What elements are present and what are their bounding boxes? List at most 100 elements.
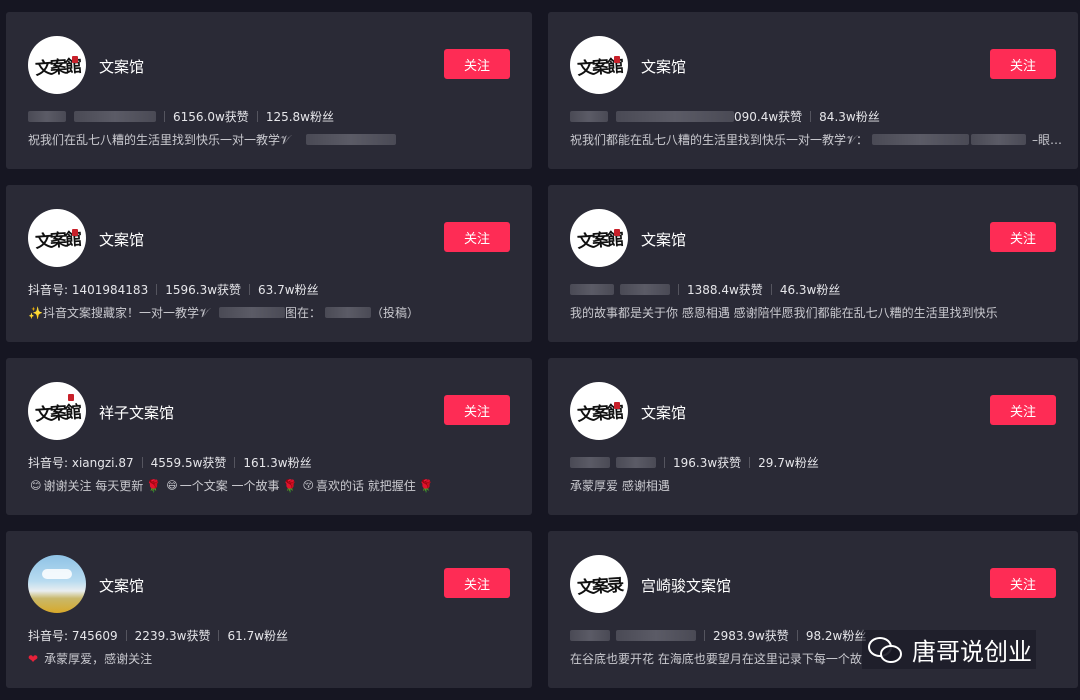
account-stats: 196.3w获赞 29.7w粉丝 (570, 454, 819, 471)
fans-count: 63.7w粉丝 (258, 283, 319, 297)
blurred-text (324, 307, 371, 318)
likes-count: 090.4w获赞 (734, 110, 803, 124)
account-card[interactable]: 文案館 文案馆 关注 抖音号: 1401984183 1596.3w获赞 63.… (6, 185, 532, 342)
bio-text: 祝我们都能在乱七八糟的生活里找到快乐一对一教学𝒱： (570, 133, 868, 147)
fans-count: 61.7w粉丝 (227, 629, 289, 643)
account-bio: ✨抖音文案搜藏家！一对一教学𝒱 图在： （投稿） (28, 304, 516, 321)
follow-button[interactable]: 关注 (990, 222, 1056, 252)
avatar-calligraphy: 文案录 (576, 574, 623, 599)
blurred-text (616, 111, 734, 122)
bio-text: 谢谢关注 每天更新 (43, 479, 144, 493)
seal-icon (72, 229, 78, 236)
kiss-emoji-icon: 😚 (302, 479, 314, 492)
blurred-text (570, 111, 608, 122)
bio-text: 承蒙厚爱 感谢相遇 (570, 479, 670, 493)
fans-count: 98.2w粉丝 (805, 629, 867, 643)
fans-count: 125.8w粉丝 (265, 110, 334, 124)
fans-count: 161.3w粉丝 (243, 456, 312, 470)
avatar[interactable]: 文案館 (28, 209, 86, 267)
account-id: 抖音号: 745609 (28, 629, 118, 643)
divider (678, 284, 679, 295)
account-card[interactable]: 文案館 文案馆 关注 6156.0w获赞 125.8w粉丝 祝我们在乱七八糟的生… (6, 12, 532, 169)
account-stats: 6156.0w获赞 125.8w粉丝 (28, 108, 334, 125)
account-bio: 承蒙厚爱 感谢相遇 (570, 477, 1062, 494)
account-name[interactable]: 宫崎骏文案馆 (641, 575, 731, 596)
bio-text: 一个文案 一个故事 (179, 479, 280, 493)
follow-button[interactable]: 关注 (990, 395, 1056, 425)
blurred-text (616, 630, 696, 641)
rose-icon: 🌹 (418, 478, 434, 493)
blurred-text (570, 630, 610, 641)
bio-text: 承蒙厚爱，感谢关注 (44, 652, 153, 666)
likes-count: 1388.4w获赞 (687, 283, 763, 297)
heart-icon: ❤ (28, 651, 39, 666)
account-name[interactable]: 文案馆 (641, 402, 686, 423)
bio-text: 在谷底也要开花 在海底也要望月在这里记录下每一个故 (570, 652, 862, 666)
divider (125, 630, 127, 641)
smile-emoji-icon: 😊 (30, 479, 42, 492)
divider (249, 284, 251, 295)
account-bio: ❤ 承蒙厚爱，感谢关注 (28, 650, 516, 667)
account-bio: 祝我们在乱七八糟的生活里找到快乐一对一教学𝒱 (28, 131, 516, 148)
seal-icon (614, 56, 620, 63)
likes-count: 2983.9w获赞 (713, 629, 789, 643)
account-bio: 😊 谢谢关注 每天更新 🌹 😄 一个文案 一个故事 🌹 😚 喜欢的话 就把握住 … (28, 477, 516, 494)
follow-button[interactable]: 关注 (990, 49, 1056, 79)
divider (256, 111, 258, 122)
account-card[interactable]: 文案館 文案馆 关注 090.4w获赞 84.3w粉丝 祝我们都能在乱七八糟的生… (548, 12, 1078, 169)
account-name[interactable]: 文案馆 (99, 575, 144, 596)
avatar[interactable]: 文案館 (28, 36, 86, 94)
account-name[interactable]: 文案馆 (641, 56, 686, 77)
divider (664, 457, 665, 468)
follow-button[interactable]: 关注 (444, 568, 510, 598)
watermark-text: 唐哥说创业 (912, 638, 1032, 666)
blurred-text (306, 134, 396, 145)
bio-text: 祝我们在乱七八糟的生活里找到快乐一对一教学𝒱 (28, 133, 290, 147)
divider (749, 457, 751, 468)
account-card[interactable]: 文案館 祥子文案馆 关注 抖音号: xiangzi.87 4559.5w获赞 1… (6, 358, 532, 515)
avatar[interactable] (28, 555, 86, 613)
wechat-icon (866, 633, 906, 667)
watermark: 唐哥说创业 (862, 630, 1036, 669)
avatar[interactable]: 文案館 (570, 209, 628, 267)
account-stats: 抖音号: xiangzi.87 4559.5w获赞 161.3w粉丝 (28, 454, 312, 471)
likes-count: 1596.3w获赞 (165, 283, 242, 297)
account-card[interactable]: 文案館 文案馆 关注 1388.4w获赞 46.3w粉丝 我的故事都是关于你 感… (548, 185, 1078, 342)
follow-button[interactable]: 关注 (990, 568, 1056, 598)
bio-text: （投稿） (370, 306, 419, 320)
search-results-grid: 文案館 文案馆 关注 6156.0w获赞 125.8w粉丝 祝我们在乱七八糟的生… (6, 12, 1078, 688)
account-name[interactable]: 文案馆 (99, 229, 144, 250)
account-stats: 抖音号: 1401984183 1596.3w获赞 63.7w粉丝 (28, 281, 319, 298)
rose-icon: 🌹 (146, 478, 162, 493)
account-name[interactable]: 祥子文案馆 (99, 402, 174, 423)
divider (770, 284, 772, 295)
blurred-text (616, 457, 656, 468)
avatar[interactable]: 文案館 (570, 36, 628, 94)
likes-count: 4559.5w获赞 (150, 456, 227, 470)
blurred-text (218, 307, 285, 318)
account-id: 抖音号: 1401984183 (28, 283, 149, 297)
avatar[interactable]: 文案录 (570, 555, 628, 613)
account-name[interactable]: 文案馆 (99, 56, 144, 77)
divider (234, 457, 236, 468)
follow-button[interactable]: 关注 (444, 49, 510, 79)
account-bio: 我的故事都是关于你 感恩相遇 感谢陪伴愿我们都能在乱七八糟的生活里找到快乐 (570, 304, 1062, 321)
avatar[interactable]: 文案館 (28, 382, 86, 440)
account-name[interactable]: 文案馆 (641, 229, 686, 250)
follow-button[interactable]: 关注 (444, 395, 510, 425)
bio-text: –眼… (1031, 133, 1062, 147)
divider (156, 284, 158, 295)
follow-button[interactable]: 关注 (444, 222, 510, 252)
account-stats: 1388.4w获赞 46.3w粉丝 (570, 281, 840, 298)
avatar-calligraphy: 文案館 (34, 401, 81, 426)
account-card[interactable]: 文案馆 关注 抖音号: 745609 2239.3w获赞 61.7w粉丝 ❤ 承… (6, 531, 532, 688)
avatar[interactable]: 文案館 (570, 382, 628, 440)
account-card[interactable]: 文案館 文案馆 关注 196.3w获赞 29.7w粉丝 承蒙厚爱 感谢相遇 (548, 358, 1078, 515)
account-bio: 祝我们都能在乱七八糟的生活里找到快乐一对一教学𝒱： –眼… (570, 131, 1062, 148)
blurred-text (872, 134, 969, 145)
blurred-text (74, 111, 156, 122)
account-stats: 抖音号: 745609 2239.3w获赞 61.7w粉丝 (28, 627, 288, 644)
divider (704, 630, 705, 641)
blurred-text (970, 134, 1026, 145)
blurred-text (620, 284, 670, 295)
